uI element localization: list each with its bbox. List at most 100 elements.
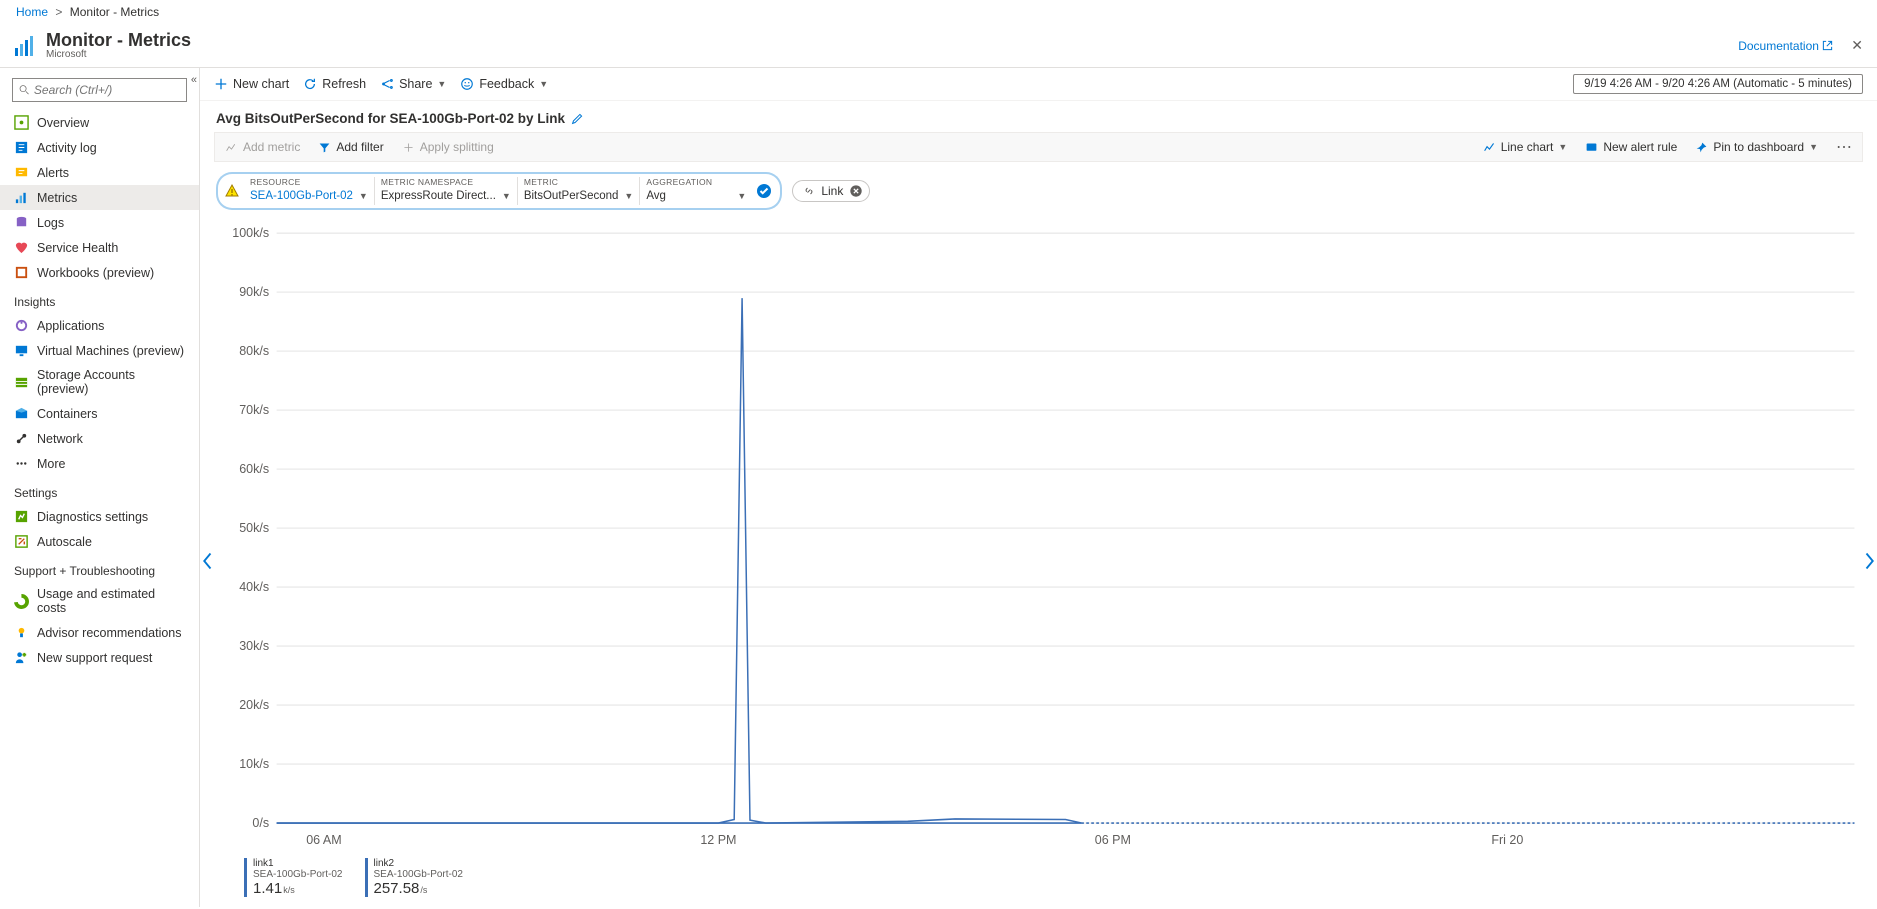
chevron-down-icon: ▼ [624, 191, 633, 201]
sidebar-item-metrics[interactable]: Metrics [0, 185, 199, 210]
nav-label: Advisor recommendations [37, 626, 182, 640]
resource-label: RESOURCE [250, 177, 368, 187]
nav-label: New support request [37, 651, 152, 665]
plus-icon [214, 77, 228, 91]
nav-icon [14, 431, 29, 446]
nav-icon [14, 343, 29, 358]
content-pane: New chart Refresh Share ▼ Feedback ▼ 9/1… [200, 68, 1877, 907]
check-circle-icon[interactable] [756, 183, 772, 199]
chart-legend: link1 SEA-100Gb-Port-02 1.41k/s link2 SEA… [200, 852, 1877, 907]
remove-split-icon[interactable] [849, 184, 863, 198]
nav-icon [14, 375, 29, 390]
legend-series-name: link1 [253, 858, 343, 869]
nav-icon [14, 509, 29, 524]
sidebar-item-autoscale[interactable]: Autoscale [0, 529, 199, 554]
nav-label: Usage and estimated costs [37, 587, 185, 615]
alert-icon [1585, 141, 1598, 154]
line-chart-icon [1483, 141, 1496, 154]
nav-icon [14, 456, 29, 471]
filter-icon [318, 141, 331, 154]
sidebar-item-virtual-machines-preview-[interactable]: Virtual Machines (preview) [0, 338, 199, 363]
search-input-wrapper[interactable] [12, 78, 187, 102]
pin-dashboard-button[interactable]: Pin to dashboard ▼ [1691, 137, 1822, 157]
sidebar-item-diagnostics-settings[interactable]: Diagnostics settings [0, 504, 199, 529]
sidebar-item-usage-and-estimated-costs[interactable]: Usage and estimated costs [0, 582, 199, 620]
more-options-icon[interactable]: ⋯ [1832, 137, 1856, 157]
svg-text:06 PM: 06 PM [1095, 832, 1131, 847]
split-by-pill[interactable]: Link [792, 180, 870, 202]
nav-label: Activity log [37, 141, 97, 155]
sidebar-item-containers[interactable]: Containers [0, 401, 199, 426]
edit-icon[interactable] [571, 112, 584, 125]
svg-text:40k/s: 40k/s [239, 579, 269, 594]
legend-item-link1[interactable]: link1 SEA-100Gb-Port-02 1.41k/s [244, 858, 343, 897]
collapse-sidebar-icon[interactable]: « [191, 74, 197, 86]
breadcrumb-home[interactable]: Home [16, 5, 48, 19]
legend-item-link2[interactable]: link2 SEA-100Gb-Port-02 257.58/s [365, 858, 464, 897]
search-input[interactable] [34, 83, 180, 97]
sidebar-item-overview[interactable]: Overview [0, 110, 199, 135]
warning-icon [224, 183, 240, 199]
external-link-icon [1822, 40, 1833, 51]
sidebar-item-more[interactable]: More [0, 451, 199, 476]
feedback-button[interactable]: Feedback ▼ [460, 77, 548, 91]
new-chart-button[interactable]: New chart [214, 77, 289, 91]
sidebar-item-applications[interactable]: Applications [0, 313, 199, 338]
documentation-link[interactable]: Documentation [1738, 39, 1833, 53]
close-icon[interactable]: ✕ [1847, 33, 1867, 58]
share-icon [380, 77, 394, 91]
nav-icon [14, 165, 29, 180]
nav-label: Diagnostics settings [37, 510, 148, 524]
chart-type-dropdown[interactable]: Line chart ▼ [1479, 137, 1572, 157]
sidebar-item-workbooks-preview-[interactable]: Workbooks (preview) [0, 260, 199, 285]
page-title: Monitor - Metrics [46, 31, 191, 49]
chart-area[interactable]: 0/s10k/s20k/s30k/s40k/s50k/s60k/s70k/s80… [214, 220, 1867, 852]
search-icon [19, 84, 30, 96]
namespace-dropdown[interactable]: ExpressRoute Direct...▼ [381, 187, 511, 205]
nav-label: Workbooks (preview) [37, 266, 154, 280]
refresh-button[interactable]: Refresh [303, 77, 366, 91]
svg-text:70k/s: 70k/s [239, 402, 269, 417]
new-alert-button[interactable]: New alert rule [1581, 137, 1681, 157]
sidebar-item-activity-log[interactable]: Activity log [0, 135, 199, 160]
sidebar-item-network[interactable]: Network [0, 426, 199, 451]
metric-dropdown[interactable]: BitsOutPerSecond▼ [524, 187, 634, 205]
sidebar: « OverviewActivity logAlertsMetricsLogsS… [0, 68, 200, 907]
add-filter-button[interactable]: Add filter [314, 137, 387, 157]
svg-text:80k/s: 80k/s [239, 343, 269, 358]
nav-icon [14, 115, 29, 130]
nav-icon [14, 625, 29, 640]
sidebar-item-storage-accounts-preview-[interactable]: Storage Accounts (preview) [0, 363, 199, 401]
svg-text:20k/s: 20k/s [239, 697, 269, 712]
sidebar-item-new-support-request[interactable]: New support request [0, 645, 199, 670]
share-button[interactable]: Share ▼ [380, 77, 446, 91]
legend-unit: k/s [283, 885, 295, 895]
metric-label: METRIC [524, 177, 634, 187]
svg-text:06 AM: 06 AM [306, 832, 341, 847]
legend-value: 257.58 [374, 880, 420, 897]
link-icon [803, 185, 815, 197]
svg-text:0/s: 0/s [252, 815, 269, 830]
svg-text:Fri 20: Fri 20 [1491, 832, 1523, 847]
metrics-toolbar: New chart Refresh Share ▼ Feedback ▼ 9/1… [200, 68, 1877, 101]
apply-splitting-button[interactable]: Apply splitting [398, 137, 498, 157]
sidebar-item-service-health[interactable]: Service Health [0, 235, 199, 260]
legend-value: 1.41 [253, 880, 282, 897]
sidebar-item-logs[interactable]: Logs [0, 210, 199, 235]
resource-dropdown[interactable]: SEA-100Gb-Port-02▼ [250, 187, 368, 205]
line-chart: 0/s10k/s20k/s30k/s40k/s50k/s60k/s70k/s80… [214, 220, 1867, 852]
nav-icon [14, 265, 29, 280]
nav-label: Alerts [37, 166, 69, 180]
time-range-picker[interactable]: 9/19 4:26 AM - 9/20 4:26 AM (Automatic -… [1573, 74, 1863, 94]
sidebar-item-alerts[interactable]: Alerts [0, 160, 199, 185]
add-metric-button[interactable]: Add metric [221, 137, 304, 157]
aggregation-dropdown[interactable]: Avg▼ [646, 187, 746, 205]
sidebar-item-advisor-recommendations[interactable]: Advisor recommendations [0, 620, 199, 645]
metric-selector-group: RESOURCESEA-100Gb-Port-02▼ METRIC NAMESP… [216, 172, 782, 210]
nav-label: Metrics [37, 191, 77, 205]
nav-icon [14, 215, 29, 230]
chart-title: Avg BitsOutPerSecond for SEA-100Gb-Port-… [216, 111, 565, 126]
split-icon [402, 141, 415, 154]
chart-toolbar: Add metric Add filter Apply splitting Li… [214, 132, 1863, 162]
refresh-icon [303, 77, 317, 91]
